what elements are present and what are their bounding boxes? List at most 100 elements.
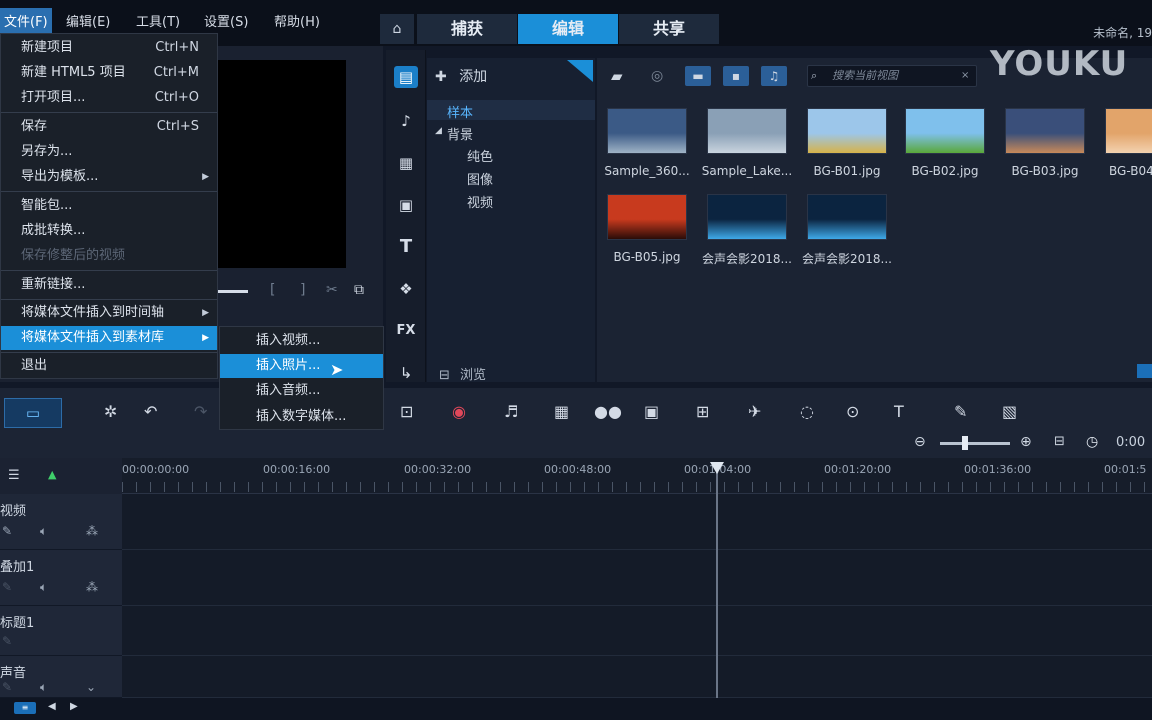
menu-item-insert-timeline[interactable]: 将媒体文件插入到时间轴 ▶ bbox=[1, 301, 217, 325]
add-track-icon[interactable]: ▲ bbox=[48, 468, 56, 481]
overlay-icon[interactable]: ❖ bbox=[394, 278, 418, 300]
menu-item-relink[interactable]: 重新链接... bbox=[1, 273, 217, 297]
pen-icon[interactable]: ✎ bbox=[2, 634, 12, 648]
chevron-down-icon[interactable]: ⌄ bbox=[86, 680, 96, 694]
menu-item-save-as[interactable]: 另存为... bbox=[1, 140, 217, 164]
media-thumb-5[interactable] bbox=[1005, 108, 1085, 154]
pan-zoom-icon[interactable]: ⊙ bbox=[846, 402, 859, 421]
tree-item-image[interactable]: 图像 bbox=[467, 169, 493, 188]
menu-item-insert-photo[interactable]: 插入照片... bbox=[220, 354, 383, 378]
menu-edit[interactable]: 编辑(E) bbox=[62, 8, 114, 33]
media-thumb-6[interactable] bbox=[1105, 108, 1152, 154]
media-thumb-1[interactable] bbox=[607, 108, 687, 154]
media-icon[interactable]: ▤ bbox=[394, 66, 418, 88]
speaker-icon[interactable]: 🔈︎ bbox=[40, 580, 47, 595]
tools-icon[interactable]: ✲ bbox=[104, 402, 117, 421]
menu-item-new-html5[interactable]: 新建 HTML5 项目 Ctrl+M bbox=[1, 61, 217, 85]
tab-capture[interactable]: 捕获 bbox=[417, 14, 517, 44]
media-thumb-9[interactable] bbox=[807, 194, 887, 240]
tab-edit[interactable]: 编辑 bbox=[518, 14, 618, 44]
menu-item-save-trimmed[interactable]: 保存修整后的视频 bbox=[1, 244, 217, 268]
tree-item-solid[interactable]: 纯色 bbox=[467, 146, 493, 165]
track-lane-overlay[interactable] bbox=[122, 550, 1152, 606]
record-icon[interactable]: ◎ bbox=[651, 66, 663, 86]
media-thumb-8[interactable] bbox=[707, 194, 787, 240]
menu-settings[interactable]: 设置(S) bbox=[200, 8, 252, 33]
export-icon[interactable]: ▧ bbox=[1002, 402, 1017, 421]
instant-project-icon[interactable]: ♪ bbox=[394, 110, 418, 132]
scroll-right-icon[interactable]: ▶ bbox=[70, 701, 78, 712]
import-folder-icon[interactable]: ▰ bbox=[611, 66, 623, 86]
mask-creator-icon[interactable]: ◌ bbox=[800, 402, 814, 421]
fx-icon[interactable]: FX bbox=[394, 320, 418, 342]
time-remap-icon[interactable]: ✈ bbox=[748, 402, 761, 421]
tree-item-background[interactable]: 背景 bbox=[447, 124, 473, 143]
menu-item-insert-audio[interactable]: 插入音频... bbox=[220, 379, 383, 403]
browse-button[interactable]: ⊟ 浏览 bbox=[439, 364, 486, 383]
tree-expand-icon[interactable]: ◢ bbox=[435, 126, 442, 136]
track-header-title[interactable]: 标题1 ✎ bbox=[0, 606, 122, 656]
menu-tools[interactable]: 工具(T) bbox=[132, 8, 184, 33]
track-lane-voice[interactable] bbox=[122, 656, 1152, 698]
subtitle-icon[interactable]: ●● bbox=[594, 402, 622, 421]
add-folder-button[interactable]: ✚ 添加 bbox=[435, 66, 487, 86]
menu-item-insert-video[interactable]: 插入视频... bbox=[220, 329, 383, 353]
timeline-ruler[interactable]: 00:00:00:00 00:00:16:00 00:00:32:00 00:0… bbox=[122, 458, 1152, 494]
title-icon[interactable]: T bbox=[394, 236, 418, 258]
menu-file[interactable]: 文件(F) bbox=[0, 8, 52, 33]
storyboard-view-button[interactable]: ▭ bbox=[4, 398, 62, 428]
edit-icon[interactable]: ✎ bbox=[954, 402, 967, 421]
show-photo-button[interactable]: ▪ bbox=[723, 66, 749, 86]
split-icon[interactable]: ✂ bbox=[326, 282, 338, 298]
pen-icon[interactable]: ✎ bbox=[2, 524, 12, 538]
track-lane-title[interactable] bbox=[122, 606, 1152, 656]
pen-icon[interactable]: ✎ bbox=[2, 580, 12, 594]
tab-share[interactable]: 共享 bbox=[619, 14, 719, 44]
search-input[interactable]: 搜索当前视图 bbox=[807, 65, 977, 87]
tree-item-samples[interactable]: 样本 bbox=[447, 102, 473, 121]
motion-track-icon[interactable]: ▦ bbox=[554, 402, 569, 421]
scroll-left-icon[interactable]: ◀ bbox=[48, 701, 56, 712]
media-thumb-4[interactable] bbox=[905, 108, 985, 154]
menu-item-open-project[interactable]: 打开项目... Ctrl+O bbox=[1, 86, 217, 110]
home-icon[interactable]: ⌂ bbox=[380, 14, 414, 44]
status-toggle[interactable]: ≡ bbox=[14, 702, 36, 714]
track-manager-icon[interactable]: ☰ bbox=[8, 468, 20, 483]
undo-icon[interactable]: ↶ bbox=[144, 402, 157, 421]
media-thumb-2[interactable] bbox=[707, 108, 787, 154]
playhead-line[interactable] bbox=[716, 470, 718, 698]
menu-help[interactable]: 帮助(H) bbox=[270, 8, 324, 33]
track-header-voice[interactable]: 声音 ✎ 🔈︎ ⌄ bbox=[0, 656, 122, 698]
pin-icon[interactable] bbox=[567, 60, 593, 82]
menu-item-insert-digital-media[interactable]: 插入数字媒体... bbox=[220, 405, 383, 429]
menu-item-new-project[interactable]: 新建项目 Ctrl+N bbox=[1, 36, 217, 60]
ripple-icon[interactable]: ⁂ bbox=[86, 580, 98, 594]
show-video-button[interactable]: ▬ bbox=[685, 66, 711, 86]
menu-item-smart-package[interactable]: 智能包... bbox=[1, 194, 217, 218]
media-thumb-7[interactable] bbox=[607, 194, 687, 240]
multicam-icon[interactable]: ▣ bbox=[644, 402, 659, 421]
track-header-overlay[interactable]: 叠加1 ✎ 🔈︎ ⁂ bbox=[0, 550, 122, 606]
tree-item-video[interactable]: 视频 bbox=[467, 192, 493, 211]
track-header-video[interactable]: 视频 ✎ 🔈︎ ⁂ bbox=[0, 494, 122, 550]
redo-icon[interactable]: ↷ bbox=[194, 402, 207, 421]
fit-project-icon[interactable]: ⊟ bbox=[1054, 434, 1065, 449]
graphic-icon[interactable]: ▣ bbox=[394, 194, 418, 216]
mark-out-icon[interactable]: ] bbox=[300, 282, 305, 298]
zoom-out-icon[interactable]: ⊖ bbox=[914, 434, 926, 450]
title-effect-icon[interactable]: T bbox=[894, 402, 904, 421]
show-audio-button[interactable]: ♫ bbox=[761, 66, 787, 86]
split-screen-icon[interactable]: ⊞ bbox=[696, 402, 709, 421]
record-capture-icon[interactable]: ⊡ bbox=[400, 402, 413, 421]
transition-icon[interactable]: ▦ bbox=[394, 152, 418, 174]
zoom-slider[interactable] bbox=[940, 442, 1010, 445]
zoom-in-icon[interactable]: ⊕ bbox=[1020, 434, 1032, 450]
panel-scroll-handle[interactable] bbox=[1137, 364, 1152, 378]
speaker-icon[interactable]: 🔈︎ bbox=[40, 680, 47, 695]
zoom-slider-handle[interactable] bbox=[962, 436, 968, 450]
menu-item-export-template[interactable]: 导出为模板... ▶ bbox=[1, 165, 217, 189]
menu-item-save[interactable]: 保存 Ctrl+S bbox=[1, 115, 217, 139]
menu-item-insert-library[interactable]: 将媒体文件插入到素材库 ▶ bbox=[1, 326, 217, 350]
media-thumb-3[interactable] bbox=[807, 108, 887, 154]
preview-screen[interactable] bbox=[214, 60, 346, 268]
